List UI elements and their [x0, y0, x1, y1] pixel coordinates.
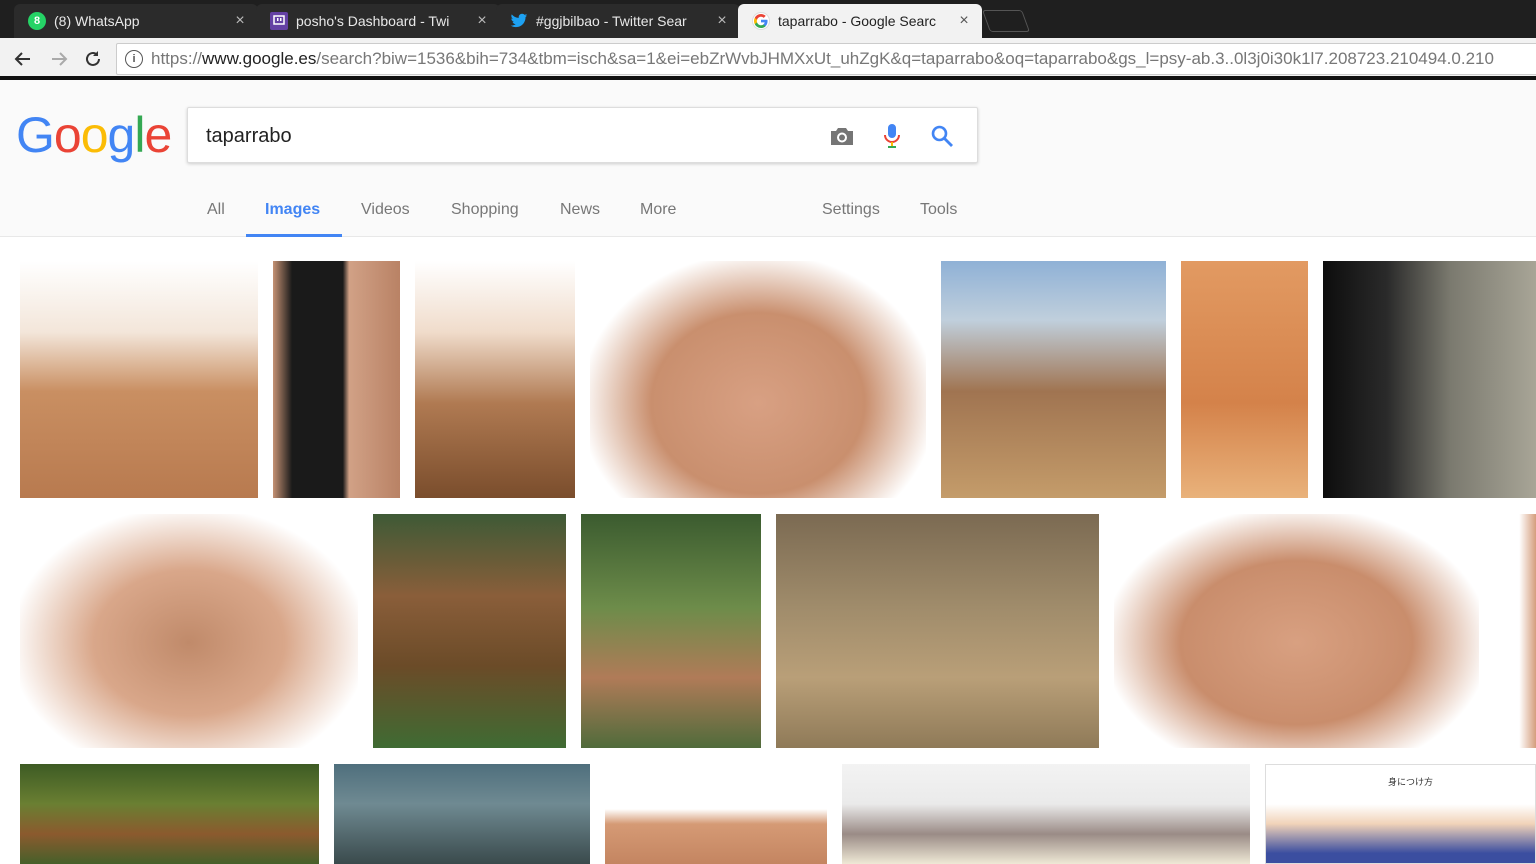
- whatsapp-icon: 8: [28, 12, 46, 30]
- tab-news[interactable]: News: [560, 197, 600, 223]
- arrow-right-icon: [52, 52, 68, 66]
- tab-title: posho's Dashboard - Twi: [296, 13, 450, 29]
- close-tab-icon[interactable]: ×: [232, 12, 248, 30]
- result-image-12[interactable]: [1114, 514, 1479, 748]
- image-caption: 身につけ方: [1388, 778, 1434, 788]
- camera-icon[interactable]: [828, 122, 856, 150]
- search-input[interactable]: [206, 122, 806, 150]
- reload-icon: [86, 51, 100, 66]
- active-tab-indicator: [246, 234, 342, 237]
- close-tab-icon[interactable]: ×: [956, 12, 972, 30]
- forward-button[interactable]: [46, 46, 72, 72]
- result-image-6[interactable]: [1181, 261, 1308, 498]
- tab-title: (8) WhatsApp: [54, 13, 140, 29]
- tab-title: taparrabo - Google Searc: [778, 13, 936, 29]
- result-image-9[interactable]: [373, 514, 566, 748]
- close-tab-icon[interactable]: ×: [474, 12, 490, 30]
- result-image-7[interactable]: [1323, 261, 1536, 498]
- google-header: Google All Images Videos Shopping News M…: [0, 80, 1536, 237]
- url-text: https://www.google.es/search?biw=1536&bi…: [151, 49, 1494, 68]
- result-image-5[interactable]: [941, 261, 1166, 498]
- result-image-3[interactable]: [415, 261, 575, 498]
- browser-tab-strip: 8 (8) WhatsApp × posho's Dashboard - Twi…: [0, 0, 1536, 38]
- tab-title: #ggjbilbao - Twitter Sear: [536, 13, 687, 29]
- result-image-18[interactable]: 身につけ方: [1265, 764, 1536, 864]
- tab-all[interactable]: All: [207, 197, 225, 223]
- address-bar[interactable]: i https://www.google.es/search?biw=1536&…: [116, 43, 1536, 75]
- result-image-17[interactable]: [842, 764, 1250, 864]
- tab-twitch-dashboard[interactable]: posho's Dashboard - Twi ×: [256, 4, 500, 38]
- tab-whatsapp[interactable]: 8 (8) WhatsApp ×: [14, 4, 258, 38]
- microphone-icon[interactable]: [878, 122, 906, 150]
- tab-shopping[interactable]: Shopping: [451, 197, 519, 223]
- search-nav-tabs: All Images Videos Shopping News More Set…: [0, 190, 1536, 237]
- arrow-left-icon: [14, 52, 30, 66]
- close-tab-icon[interactable]: ×: [714, 12, 730, 30]
- reload-button[interactable]: [80, 46, 106, 72]
- tab-google-search[interactable]: taparrabo - Google Searc ×: [738, 4, 982, 38]
- browser-toolbar: i https://www.google.es/search?biw=1536&…: [0, 38, 1536, 80]
- tab-images[interactable]: Images: [265, 197, 320, 223]
- twitch-icon: [270, 12, 288, 30]
- tab-tools[interactable]: Tools: [920, 197, 957, 223]
- info-icon[interactable]: i: [125, 50, 143, 68]
- back-button[interactable]: [10, 46, 36, 72]
- tab-twitter-search[interactable]: #ggjbilbao - Twitter Sear ×: [496, 4, 740, 38]
- result-image-2[interactable]: [273, 261, 400, 498]
- result-image-14[interactable]: [20, 764, 319, 864]
- result-image-8[interactable]: [20, 514, 358, 748]
- twitter-icon: [510, 12, 528, 30]
- tab-videos[interactable]: Videos: [361, 197, 410, 223]
- result-image-16[interactable]: [605, 764, 827, 864]
- search-icon[interactable]: [928, 122, 956, 150]
- tab-more[interactable]: More: [640, 197, 676, 223]
- google-icon: [752, 12, 770, 30]
- result-image-1[interactable]: [20, 261, 258, 498]
- result-image-15[interactable]: [334, 764, 590, 864]
- search-box: [187, 107, 978, 163]
- new-tab-button[interactable]: [981, 10, 1031, 32]
- tab-settings[interactable]: Settings: [822, 197, 880, 223]
- result-image-11[interactable]: [776, 514, 1099, 748]
- result-image-4[interactable]: [590, 261, 926, 498]
- result-image-10[interactable]: [581, 514, 761, 748]
- result-image-13[interactable]: [1494, 514, 1536, 748]
- google-logo[interactable]: Google: [16, 106, 172, 164]
